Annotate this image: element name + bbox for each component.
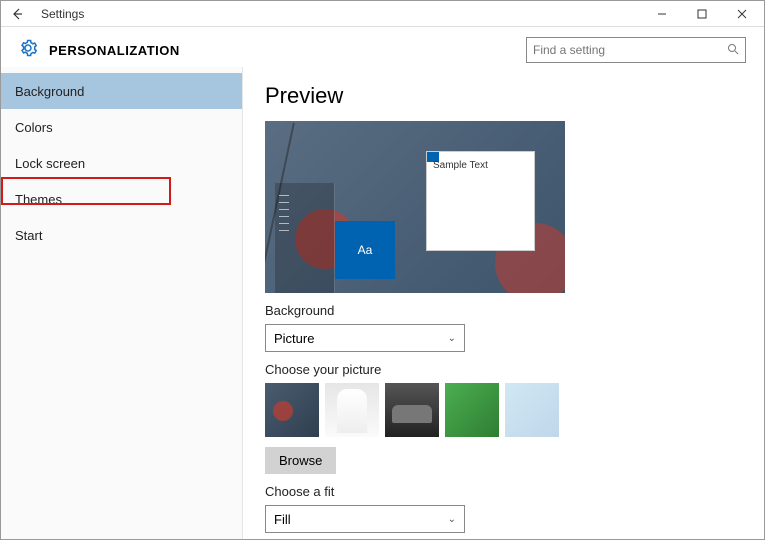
preview-left-panel [275,183,335,293]
sidebar: Background Colors Lock screen Themes Sta… [1,67,243,539]
sidebar-item-label: Background [15,84,84,99]
fit-dropdown-value: Fill [274,512,291,527]
settings-window: Settings PERSONALIZATION Background Colo… [0,0,765,540]
page-title: PERSONALIZATION [49,43,180,58]
thumbnail-1[interactable] [265,383,319,437]
search-box[interactable] [526,37,746,63]
sidebar-item-colors[interactable]: Colors [1,109,242,145]
sidebar-item-label: Start [15,228,42,243]
thumbnail-4[interactable] [445,383,499,437]
sidebar-item-lock-screen[interactable]: Lock screen [1,145,242,181]
window-title: Settings [41,7,84,21]
sidebar-item-themes[interactable]: Themes [1,181,242,217]
preview-sample-window: Sample Text [426,151,535,251]
preview-pane: Aa Sample Text [265,121,565,293]
titlebar: Settings [1,1,764,27]
sidebar-item-label: Lock screen [15,156,85,171]
thumbnail-3[interactable] [385,383,439,437]
chevron-down-icon: ⌄ [448,333,456,344]
sample-window-text: Sample Text [433,160,488,171]
background-dropdown-value: Picture [274,331,314,346]
sidebar-item-label: Colors [15,120,53,135]
background-label: Background [265,303,740,318]
background-dropdown[interactable]: Picture ⌄ [265,324,465,352]
content: Preview Aa Sample Text Background Pictur… [243,67,764,539]
thumbnail-5[interactable] [505,383,559,437]
back-button[interactable] [3,2,31,26]
browse-button[interactable]: Browse [265,447,336,474]
close-button[interactable] [722,2,762,26]
choose-fit-label: Choose a fit [265,484,740,499]
preview-heading: Preview [265,83,740,109]
fit-dropdown[interactable]: Fill ⌄ [265,505,465,533]
choose-picture-label: Choose your picture [265,362,740,377]
picture-thumbnails [265,383,740,437]
preview-font-tile: Aa [335,221,395,279]
header: PERSONALIZATION [1,27,764,67]
minimize-button[interactable] [642,2,682,26]
maximize-button[interactable] [682,2,722,26]
thumbnail-2[interactable] [325,383,379,437]
chevron-down-icon: ⌄ [448,514,456,525]
gear-icon [19,39,37,62]
back-arrow-icon [10,7,24,21]
search-icon [727,43,739,58]
sidebar-item-start[interactable]: Start [1,217,242,253]
sidebar-item-background[interactable]: Background [1,73,242,109]
search-input[interactable] [533,43,713,57]
body: Background Colors Lock screen Themes Sta… [1,67,764,539]
sidebar-item-label: Themes [15,192,62,207]
